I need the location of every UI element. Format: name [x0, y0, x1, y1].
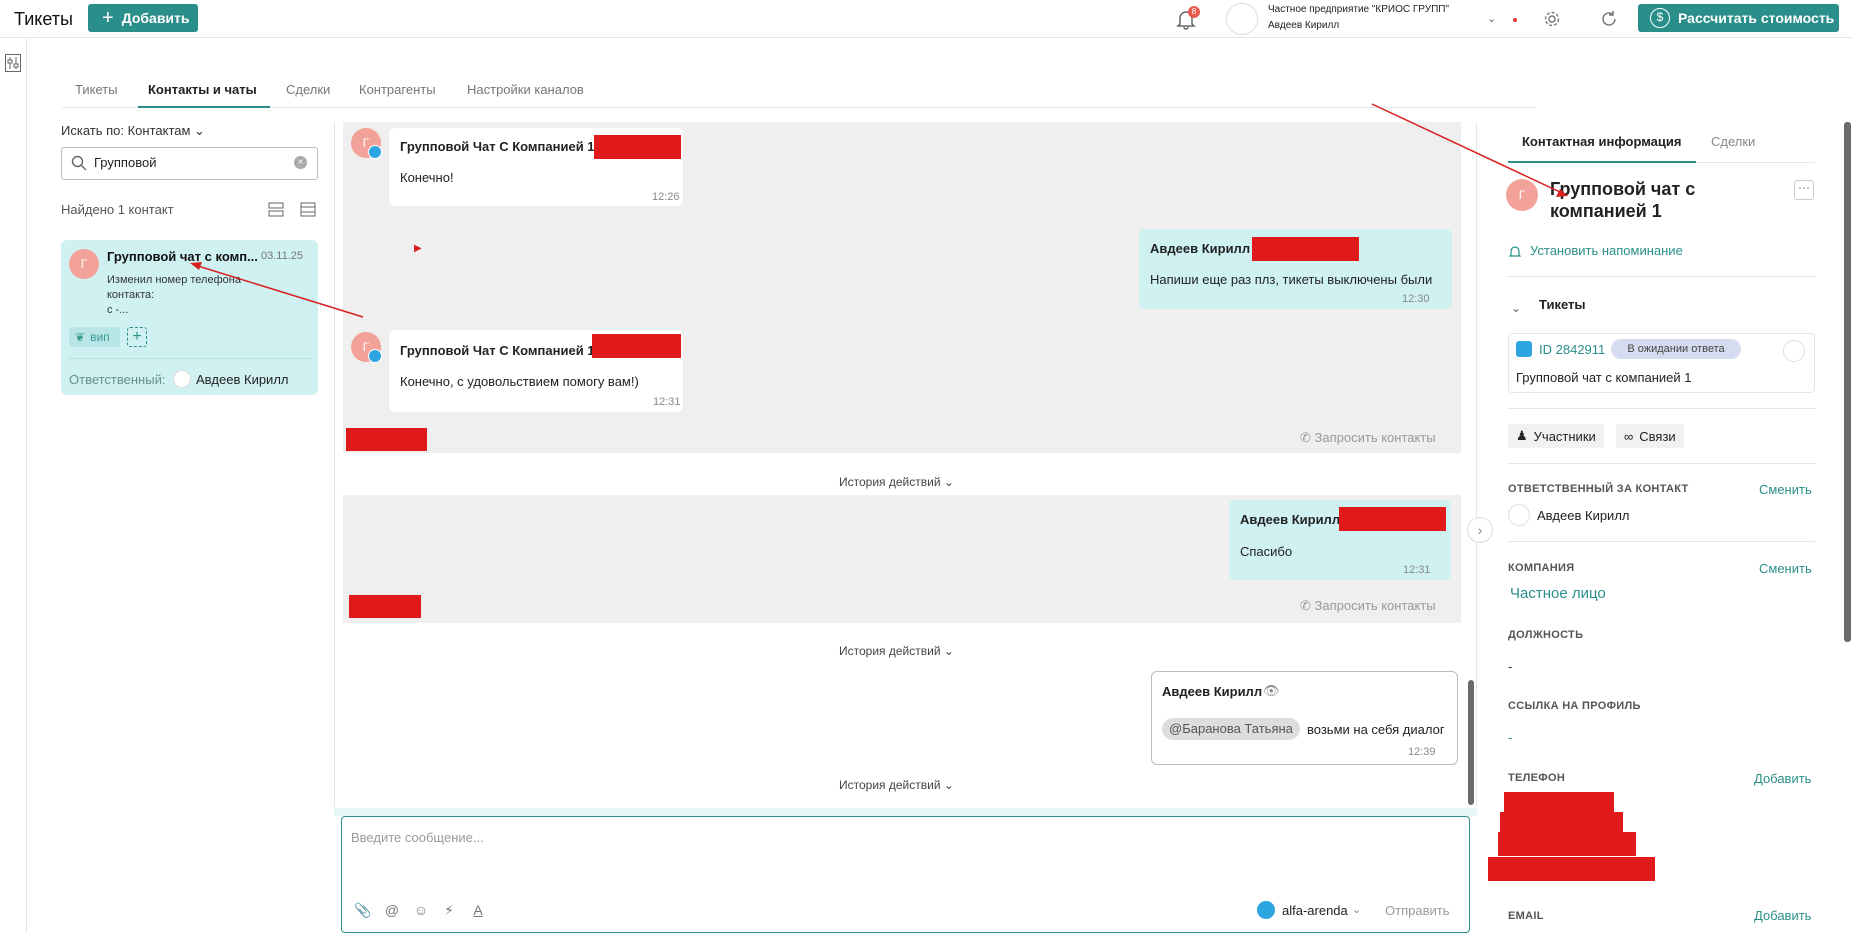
- annotation-arrows: [190, 103, 1568, 318]
- arrowhead: [190, 262, 202, 270]
- annotation-arrow: [1371, 103, 1561, 193]
- annotation-arrow: [197, 265, 364, 318]
